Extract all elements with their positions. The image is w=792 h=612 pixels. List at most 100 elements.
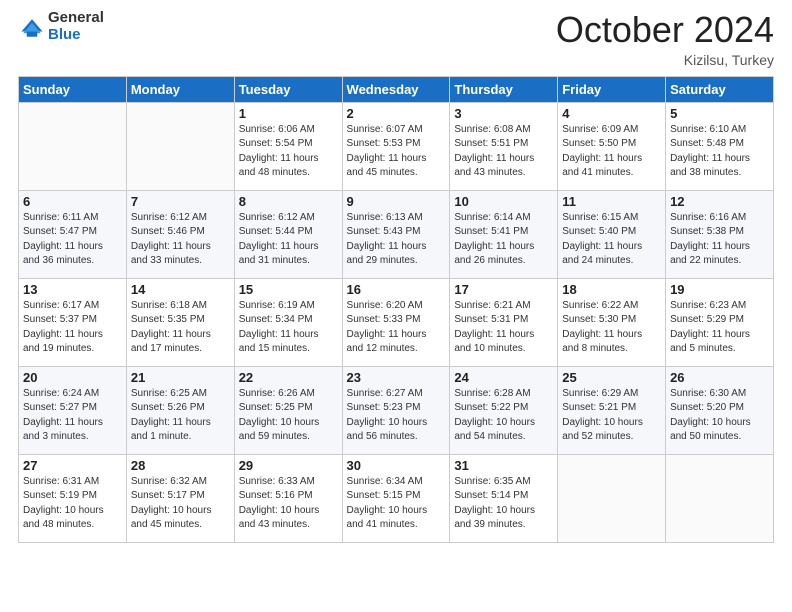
logo-blue: Blue — [48, 26, 81, 43]
page: General Blue October 2024 Kizilsu, Turke… — [0, 0, 792, 612]
calendar-cell: 31Sunrise: 6:35 AM Sunset: 5:14 PM Dayli… — [450, 454, 558, 542]
location: Kizilsu, Turkey — [556, 52, 774, 68]
day-info: Sunrise: 6:23 AM Sunset: 5:29 PM Dayligh… — [670, 299, 769, 357]
day-info: Sunrise: 6:19 AM Sunset: 5:34 PM Dayligh… — [239, 299, 338, 357]
day-info: Sunrise: 6:34 AM Sunset: 5:15 PM Dayligh… — [347, 475, 446, 533]
calendar-cell: 22Sunrise: 6:26 AM Sunset: 5:25 PM Dayli… — [234, 366, 342, 454]
day-info: Sunrise: 6:24 AM Sunset: 5:27 PM Dayligh… — [23, 387, 122, 445]
day-number: 3 — [454, 106, 553, 121]
day-info: Sunrise: 6:18 AM Sunset: 5:35 PM Dayligh… — [131, 299, 230, 357]
month-title: October 2024 — [556, 10, 774, 50]
logo: General Blue — [18, 10, 104, 43]
header: General Blue October 2024 Kizilsu, Turke… — [18, 10, 774, 68]
calendar-week-row: 1Sunrise: 6:06 AM Sunset: 5:54 PM Daylig… — [19, 102, 774, 190]
day-number: 2 — [347, 106, 446, 121]
calendar-table: SundayMondayTuesdayWednesdayThursdayFrid… — [18, 76, 774, 543]
calendar-cell: 17Sunrise: 6:21 AM Sunset: 5:31 PM Dayli… — [450, 278, 558, 366]
title-area: October 2024 Kizilsu, Turkey — [556, 10, 774, 68]
day-info: Sunrise: 6:22 AM Sunset: 5:30 PM Dayligh… — [562, 299, 661, 357]
day-number: 10 — [454, 194, 553, 209]
day-info: Sunrise: 6:12 AM Sunset: 5:46 PM Dayligh… — [131, 211, 230, 269]
day-number: 6 — [23, 194, 122, 209]
day-info: Sunrise: 6:29 AM Sunset: 5:21 PM Dayligh… — [562, 387, 661, 445]
calendar-cell: 1Sunrise: 6:06 AM Sunset: 5:54 PM Daylig… — [234, 102, 342, 190]
day-info: Sunrise: 6:17 AM Sunset: 5:37 PM Dayligh… — [23, 299, 122, 357]
day-info: Sunrise: 6:10 AM Sunset: 5:48 PM Dayligh… — [670, 123, 769, 181]
col-header-thursday: Thursday — [450, 76, 558, 102]
day-number: 19 — [670, 282, 769, 297]
calendar-week-row: 27 Sunrise: 6:31 AM Sunset: 5:19 PM Dayli… — [19, 454, 774, 542]
calendar-cell: 29 Sunrise: 6:33 AM Sunset: 5:16 PM Dayli… — [234, 454, 342, 542]
day-info: Sunrise: 6:16 AM Sunset: 5:38 PM Dayligh… — [670, 211, 769, 269]
calendar-cell: 16 Sunrise: 6:20 AM Sunset: 5:33 PM Dayli… — [342, 278, 450, 366]
col-header-monday: Monday — [126, 76, 234, 102]
day-number: 24 — [454, 370, 553, 385]
calendar-cell: 24 Sunrise: 6:28 AM Sunset: 5:22 PM Dayli… — [450, 366, 558, 454]
day-info: Sunrise: 6:12 AM Sunset: 5:44 PM Dayligh… — [239, 211, 338, 269]
day-number: 11 — [562, 194, 661, 209]
calendar-cell: 11 Sunrise: 6:15 AM Sunset: 5:40 PM Dayli… — [558, 190, 666, 278]
calendar-week-row: 20Sunrise: 6:24 AM Sunset: 5:27 PM Dayli… — [19, 366, 774, 454]
day-info: Sunrise: 6:14 AM Sunset: 5:41 PM Dayligh… — [454, 211, 553, 269]
calendar-cell — [19, 102, 127, 190]
day-info: Sunrise: 6:32 AM Sunset: 5:17 PM Dayligh… — [131, 475, 230, 533]
calendar-cell — [126, 102, 234, 190]
day-number: 29 — [239, 458, 338, 473]
day-info: Sunrise: 6:13 AM Sunset: 5:43 PM Dayligh… — [347, 211, 446, 269]
day-number: 1 — [239, 106, 338, 121]
calendar-cell: 5 Sunrise: 6:10 AM Sunset: 5:48 PM Daylig… — [666, 102, 774, 190]
day-info: Sunrise: 6:35 AM Sunset: 5:14 PM Dayligh… — [454, 475, 553, 533]
calendar-cell: 28Sunrise: 6:32 AM Sunset: 5:17 PM Dayli… — [126, 454, 234, 542]
calendar-cell: 2 Sunrise: 6:07 AM Sunset: 5:53 PM Daylig… — [342, 102, 450, 190]
day-info: Sunrise: 6:07 AM Sunset: 5:53 PM Dayligh… — [347, 123, 446, 181]
day-number: 8 — [239, 194, 338, 209]
calendar-cell: 12Sunrise: 6:16 AM Sunset: 5:38 PM Dayli… — [666, 190, 774, 278]
day-number: 14 — [131, 282, 230, 297]
day-number: 18 — [562, 282, 661, 297]
logo-general: General — [48, 9, 104, 26]
logo-icon — [18, 14, 46, 42]
col-header-saturday: Saturday — [666, 76, 774, 102]
calendar-cell: 20Sunrise: 6:24 AM Sunset: 5:27 PM Dayli… — [19, 366, 127, 454]
calendar-header-row: SundayMondayTuesdayWednesdayThursdayFrid… — [19, 76, 774, 102]
calendar-cell: 4 Sunrise: 6:09 AM Sunset: 5:50 PM Daylig… — [558, 102, 666, 190]
day-number: 7 — [131, 194, 230, 209]
day-info: Sunrise: 6:33 AM Sunset: 5:16 PM Dayligh… — [239, 475, 338, 533]
calendar-week-row: 13 Sunrise: 6:17 AM Sunset: 5:37 PM Dayli… — [19, 278, 774, 366]
calendar-cell: 7 Sunrise: 6:12 AM Sunset: 5:46 PM Daylig… — [126, 190, 234, 278]
calendar-cell: 6 Sunrise: 6:11 AM Sunset: 5:47 PM Daylig… — [19, 190, 127, 278]
calendar-cell: 18 Sunrise: 6:22 AM Sunset: 5:30 PM Dayli… — [558, 278, 666, 366]
day-number: 16 — [347, 282, 446, 297]
day-info: Sunrise: 6:11 AM Sunset: 5:47 PM Dayligh… — [23, 211, 122, 269]
day-info: Sunrise: 6:25 AM Sunset: 5:26 PM Dayligh… — [131, 387, 230, 445]
day-info: Sunrise: 6:31 AM Sunset: 5:19 PM Dayligh… — [23, 475, 122, 533]
calendar-cell: 25 Sunrise: 6:29 AM Sunset: 5:21 PM Dayli… — [558, 366, 666, 454]
day-info: Sunrise: 6:30 AM Sunset: 5:20 PM Dayligh… — [670, 387, 769, 445]
day-info: Sunrise: 6:28 AM Sunset: 5:22 PM Dayligh… — [454, 387, 553, 445]
col-header-tuesday: Tuesday — [234, 76, 342, 102]
calendar-cell: 23Sunrise: 6:27 AM Sunset: 5:23 PM Dayli… — [342, 366, 450, 454]
calendar-cell: 10 Sunrise: 6:14 AM Sunset: 5:41 PM Dayli… — [450, 190, 558, 278]
day-number: 9 — [347, 194, 446, 209]
calendar-week-row: 6 Sunrise: 6:11 AM Sunset: 5:47 PM Daylig… — [19, 190, 774, 278]
calendar-cell — [558, 454, 666, 542]
day-info: Sunrise: 6:26 AM Sunset: 5:25 PM Dayligh… — [239, 387, 338, 445]
day-number: 13 — [23, 282, 122, 297]
day-info: Sunrise: 6:21 AM Sunset: 5:31 PM Dayligh… — [454, 299, 553, 357]
day-info: Sunrise: 6:09 AM Sunset: 5:50 PM Dayligh… — [562, 123, 661, 181]
day-number: 25 — [562, 370, 661, 385]
day-info: Sunrise: 6:27 AM Sunset: 5:23 PM Dayligh… — [347, 387, 446, 445]
calendar-cell: 13 Sunrise: 6:17 AM Sunset: 5:37 PM Dayli… — [19, 278, 127, 366]
col-header-friday: Friday — [558, 76, 666, 102]
day-info: Sunrise: 6:20 AM Sunset: 5:33 PM Dayligh… — [347, 299, 446, 357]
day-number: 15 — [239, 282, 338, 297]
calendar-cell: 19 Sunrise: 6:23 AM Sunset: 5:29 PM Dayli… — [666, 278, 774, 366]
day-info: Sunrise: 6:15 AM Sunset: 5:40 PM Dayligh… — [562, 211, 661, 269]
calendar-cell: 8 Sunrise: 6:12 AM Sunset: 5:44 PM Daylig… — [234, 190, 342, 278]
day-number: 27 — [23, 458, 122, 473]
calendar-cell: 14 Sunrise: 6:18 AM Sunset: 5:35 PM Dayli… — [126, 278, 234, 366]
day-number: 4 — [562, 106, 661, 121]
day-number: 26 — [670, 370, 769, 385]
logo-text: General Blue — [48, 10, 104, 43]
day-number: 5 — [670, 106, 769, 121]
